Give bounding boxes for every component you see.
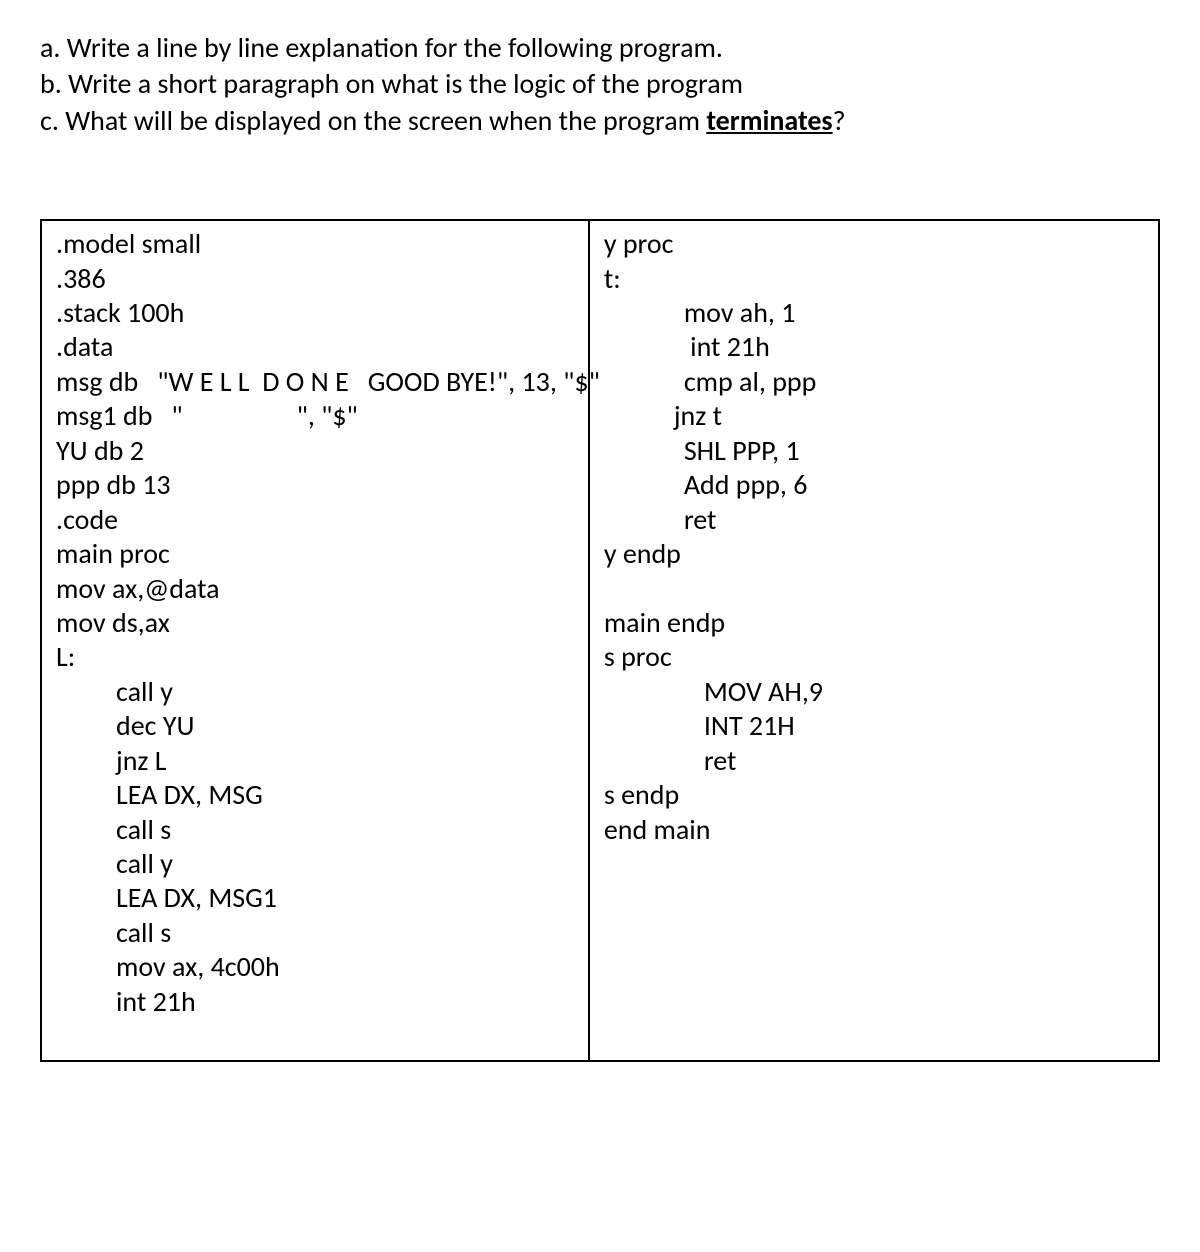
code-line: mov ax, 4c00h	[56, 950, 574, 984]
code-line: ppp db 13	[56, 468, 574, 502]
code-right-cell: y proct:mov ah, 1 int 21hcmp al, pppjnz …	[589, 220, 1159, 1061]
questions-block: a. Write a line by line explanation for …	[40, 30, 1160, 139]
code-line: SHL PPP, 1	[604, 434, 1144, 468]
code-line: .386	[56, 262, 574, 296]
code-line: int 21h	[56, 985, 574, 1019]
code-line: mov ds,ax	[56, 606, 574, 640]
code-line: cmp al, ppp	[604, 365, 1144, 399]
question-a: a. Write a line by line explanation for …	[40, 30, 1160, 66]
code-line: main proc	[56, 537, 574, 571]
code-table: .model small.386.stack 100h.datamsg db "…	[40, 219, 1160, 1062]
code-line: .stack 100h	[56, 296, 574, 330]
code-line: t:	[604, 262, 1144, 296]
code-line: mov ah, 1	[604, 296, 1144, 330]
code-line: dec YU	[56, 709, 574, 743]
code-line: y endp	[604, 537, 1144, 571]
code-line	[56, 1019, 574, 1053]
code-line: LEA DX, MSG1	[56, 881, 574, 915]
question-b: b. Write a short paragraph on what is th…	[40, 66, 1160, 102]
code-line: .code	[56, 503, 574, 537]
code-line: call y	[56, 675, 574, 709]
code-line: msg db "W E L L D O N E GOOD BYE!", 13, …	[56, 365, 574, 399]
code-line: call y	[56, 847, 574, 881]
code-line: y proc	[604, 227, 1144, 261]
code-line: ret	[604, 503, 1144, 537]
code-line: YU db 2	[56, 434, 574, 468]
code-line: end main	[604, 813, 1144, 847]
code-line: call s	[56, 813, 574, 847]
code-line: .data	[56, 330, 574, 364]
code-line: jnz L	[56, 744, 574, 778]
code-line: INT 21H	[604, 709, 1144, 743]
question-c-prefix: c. What will be displayed on the screen …	[40, 103, 706, 138]
code-line	[604, 572, 1144, 606]
code-line: jnz t	[604, 399, 1144, 433]
code-line: ret	[604, 744, 1144, 778]
question-c-underlined: terminates	[706, 103, 832, 138]
code-line: int 21h	[604, 330, 1144, 364]
code-line: msg1 db " ", "$"	[56, 399, 574, 433]
question-c-suffix: ?	[833, 103, 846, 138]
code-line: L:	[56, 640, 574, 674]
code-line: LEA DX, MSG	[56, 778, 574, 812]
code-left-cell: .model small.386.stack 100h.datamsg db "…	[41, 220, 589, 1061]
code-line: .model small	[56, 227, 574, 261]
code-line: s proc	[604, 640, 1144, 674]
code-line: s endp	[604, 778, 1144, 812]
code-line: Add ppp, 6	[604, 468, 1144, 502]
code-line: MOV AH,9	[604, 675, 1144, 709]
question-c: c. What will be displayed on the screen …	[40, 103, 1160, 139]
code-line: call s	[56, 916, 574, 950]
code-line: main endp	[604, 606, 1144, 640]
code-line: mov ax,@data	[56, 572, 574, 606]
